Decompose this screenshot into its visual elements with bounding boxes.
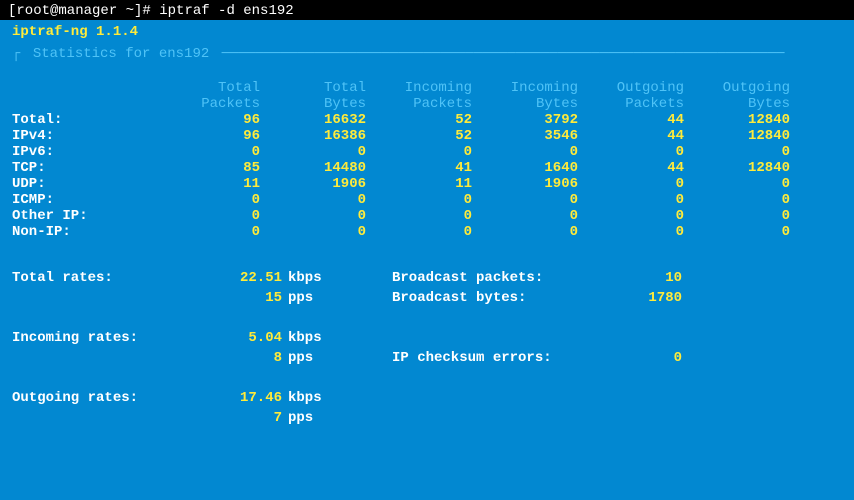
row-label: ICMP: <box>12 192 162 208</box>
cell: 0 <box>586 208 692 224</box>
cell: 0 <box>692 176 798 192</box>
table-row: IPv6:000000 <box>12 144 842 160</box>
cell: 0 <box>586 224 692 240</box>
cell: 0 <box>268 208 374 224</box>
table-row: Total:96166325237924412840 <box>12 112 842 128</box>
cell: 96 <box>162 128 268 144</box>
cell: 0 <box>374 208 480 224</box>
cell: 3546 <box>480 128 586 144</box>
stats-table: Total Total Incoming Incoming Outgoing O… <box>0 64 854 248</box>
total-rates-label: Total rates: <box>12 268 192 288</box>
cell: 14480 <box>268 160 374 176</box>
cell: 11 <box>374 176 480 192</box>
prompt-command: iptraf -d ens192 <box>159 3 293 19</box>
cell: 0 <box>374 224 480 240</box>
ip-checksum-errors: 0 <box>582 348 682 368</box>
cell: 0 <box>162 144 268 160</box>
cell: 1640 <box>480 160 586 176</box>
cell: 0 <box>268 144 374 160</box>
cell: 52 <box>374 112 480 128</box>
cell: 0 <box>268 224 374 240</box>
outgoing-rates-label: Outgoing rates: <box>12 388 192 408</box>
cell: 0 <box>162 208 268 224</box>
cell: 12840 <box>692 128 798 144</box>
cell: 0 <box>692 192 798 208</box>
cell: 16386 <box>268 128 374 144</box>
table-row: IPv4:96163865235464412840 <box>12 128 842 144</box>
table-row: TCP:85144804116404412840 <box>12 160 842 176</box>
incoming-rate-pps: 8 <box>192 348 282 368</box>
cell: 41 <box>374 160 480 176</box>
cell: 0 <box>480 224 586 240</box>
cell: 85 <box>162 160 268 176</box>
cell: 11 <box>162 176 268 192</box>
cell: 3792 <box>480 112 586 128</box>
total-rate-kbps: 22.51 <box>192 268 282 288</box>
iptraf-app: iptraf-ng 1.1.4 ┌ Statistics for ens192 … <box>0 20 854 500</box>
box-label: ┌ Statistics for ens192 ────────────────… <box>0 44 854 64</box>
terminal-prompt-line: [root@manager ~]# iptraf -d ens192 <box>0 0 854 20</box>
cell: 44 <box>586 128 692 144</box>
cell: 52 <box>374 128 480 144</box>
row-label: Other IP: <box>12 208 162 224</box>
row-label: UDP: <box>12 176 162 192</box>
cell: 96 <box>162 112 268 128</box>
rates-section: Total rates: 22.51 kbps Broadcast packet… <box>0 248 854 456</box>
header-row-2: Packets Bytes Packets Bytes Packets Byte… <box>12 96 842 112</box>
cell: 0 <box>586 176 692 192</box>
cell: 0 <box>480 208 586 224</box>
ip-checksum-label: IP checksum errors: <box>342 348 582 368</box>
bcast-packets: 10 <box>582 268 682 288</box>
table-row: Other IP:000000 <box>12 208 842 224</box>
row-label: Total: <box>12 112 162 128</box>
row-label: IPv4: <box>12 128 162 144</box>
table-row: Non-IP:000000 <box>12 224 842 240</box>
app-title: iptraf-ng 1.1.4 <box>0 20 854 44</box>
incoming-rate-kbps: 5.04 <box>192 328 282 348</box>
cell: 0 <box>692 224 798 240</box>
outgoing-rate-kbps: 17.46 <box>192 388 282 408</box>
header-row-1: Total Total Incoming Incoming Outgoing O… <box>12 80 842 96</box>
cell: 0 <box>586 192 692 208</box>
table-row: UDP:11190611190600 <box>12 176 842 192</box>
bcast-packets-label: Broadcast packets: <box>342 268 582 288</box>
outgoing-rate-pps: 7 <box>192 408 282 428</box>
cell: 0 <box>374 192 480 208</box>
cell: 0 <box>162 224 268 240</box>
cell: 0 <box>268 192 374 208</box>
prompt-userhost: [root@manager ~]# <box>8 3 151 19</box>
bcast-bytes-label: Broadcast bytes: <box>342 288 582 308</box>
row-label: Non-IP: <box>12 224 162 240</box>
total-rate-pps: 15 <box>192 288 282 308</box>
cell: 44 <box>586 112 692 128</box>
incoming-rates-label: Incoming rates: <box>12 328 192 348</box>
cell: 0 <box>480 192 586 208</box>
cell: 0 <box>162 192 268 208</box>
cell: 0 <box>692 144 798 160</box>
cell: 0 <box>692 208 798 224</box>
row-label: TCP: <box>12 160 162 176</box>
cell: 0 <box>374 144 480 160</box>
cell: 1906 <box>268 176 374 192</box>
row-label: IPv6: <box>12 144 162 160</box>
cell: 12840 <box>692 112 798 128</box>
cell: 1906 <box>480 176 586 192</box>
cell: 12840 <box>692 160 798 176</box>
cell: 0 <box>586 144 692 160</box>
cell: 44 <box>586 160 692 176</box>
cell: 16632 <box>268 112 374 128</box>
table-row: ICMP:000000 <box>12 192 842 208</box>
bcast-bytes: 1780 <box>582 288 682 308</box>
cell: 0 <box>480 144 586 160</box>
